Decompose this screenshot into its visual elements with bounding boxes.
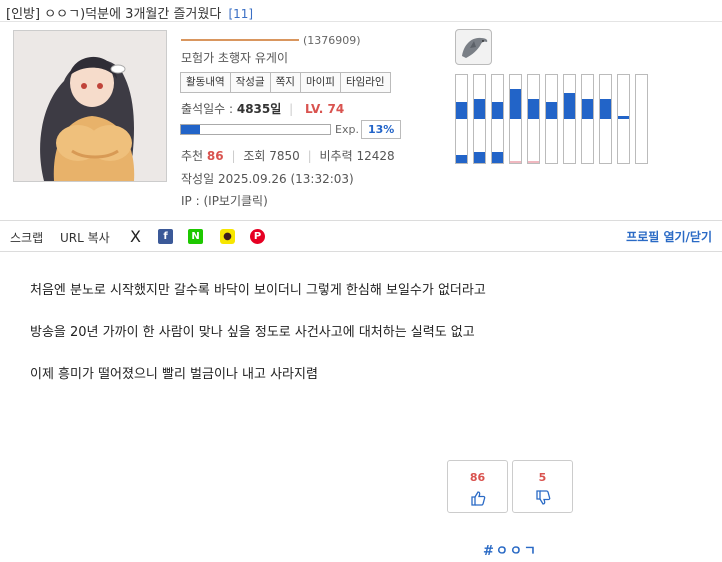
recommend-value: 86 bbox=[206, 149, 224, 163]
activity-bar-upper bbox=[546, 102, 557, 119]
upvote-count: 86 bbox=[469, 471, 486, 484]
activity-bar bbox=[509, 74, 522, 164]
post-title: ㅇㅇㄱ)덕분에 3개월간 즐거웠다 bbox=[44, 7, 222, 22]
activity-bar-upper bbox=[600, 99, 611, 119]
scrap-button[interactable]: 스크랩 bbox=[10, 229, 43, 246]
dolphin-icon bbox=[455, 29, 492, 65]
ratio-label: 비추력 bbox=[319, 149, 353, 163]
downvote-count: 5 bbox=[538, 471, 547, 484]
upvote-button[interactable]: 86 bbox=[447, 460, 508, 513]
level-badge: LV. 74 bbox=[305, 102, 345, 116]
exp-progress-bar bbox=[180, 124, 331, 135]
menu-posts[interactable]: 작성글 bbox=[230, 73, 271, 92]
activity-bar-lower bbox=[528, 161, 539, 163]
attendance-value: 4835일 bbox=[236, 102, 282, 116]
content-line: 이제 흥미가 떨어졌으니 빨리 벌금이나 내고 사라지렴 bbox=[30, 367, 318, 382]
date-value: 2025.09.26 (13:32:03) bbox=[217, 172, 354, 186]
menu-message[interactable]: 쪽지 bbox=[270, 73, 301, 92]
activity-bar-upper bbox=[618, 116, 629, 119]
activity-bar bbox=[563, 74, 576, 164]
rank-title: 모험가 초행자 유게이 bbox=[181, 51, 288, 65]
activity-bar-lower bbox=[492, 152, 503, 163]
post-date: 작성일 2025.09.26 (13:32:03) bbox=[181, 170, 354, 187]
x-icon[interactable]: X bbox=[128, 227, 143, 246]
hashtag-link[interactable]: #ㅇㅇㄱ bbox=[483, 540, 538, 559]
activity-bar-lower bbox=[510, 161, 521, 163]
post-category: [인방] bbox=[6, 7, 41, 22]
activity-bar-lower bbox=[474, 152, 485, 163]
activity-bar-upper bbox=[474, 99, 485, 119]
post-content: 처음엔 분노로 시작했지만 갈수록 바닥이 보이더니 그렇게 한심해 보일수가 … bbox=[30, 283, 710, 409]
ip-value[interactable]: (IP보기클릭) bbox=[203, 194, 267, 208]
activity-bar bbox=[491, 74, 504, 164]
profile-toggle-button[interactable]: 프로필 열기/닫기 bbox=[626, 228, 712, 245]
facebook-icon[interactable]: f bbox=[158, 229, 173, 244]
pinterest-icon[interactable]: P bbox=[250, 229, 265, 244]
avatar-illustration bbox=[14, 31, 166, 181]
activity-bar bbox=[617, 74, 630, 164]
attendance-line: 출석일수 : 4835일 | LV. 74 bbox=[181, 102, 345, 116]
content-line: 방송을 20년 가까이 한 사람이 맞나 싶을 정도로 사건사고에 대처하는 실… bbox=[30, 325, 475, 340]
menu-timeline[interactable]: 타임라인 bbox=[340, 73, 390, 92]
user-id: (1376909) bbox=[303, 34, 361, 47]
ratio-value: 12428 bbox=[356, 149, 395, 163]
activity-bar-upper bbox=[492, 102, 503, 119]
exp-progress-fill bbox=[181, 125, 201, 134]
post-ip: IP : (IP보기클릭) bbox=[181, 192, 268, 209]
thumbs-down-icon bbox=[535, 490, 550, 505]
menu-mypi[interactable]: 마이피 bbox=[300, 73, 341, 92]
exp-percent: 13% bbox=[361, 120, 402, 139]
activity-bar-upper bbox=[564, 93, 575, 119]
downvote-button[interactable]: 5 bbox=[512, 460, 573, 513]
exp-label: Exp. bbox=[335, 123, 359, 136]
activity-bar-upper bbox=[456, 102, 467, 119]
comment-count[interactable]: [11] bbox=[228, 7, 253, 21]
nickname-underline bbox=[181, 39, 299, 41]
activity-bar bbox=[473, 74, 486, 164]
naver-icon[interactable]: N bbox=[188, 229, 203, 244]
activity-bar bbox=[599, 74, 612, 164]
activity-bar bbox=[545, 74, 558, 164]
ip-label: IP : bbox=[181, 194, 200, 208]
stats-line: 추천 86 | 조회 7850 | 비추력 12428 bbox=[181, 149, 395, 163]
thumbs-up-icon bbox=[470, 491, 485, 506]
date-label: 작성일 bbox=[181, 172, 215, 186]
kakaotalk-icon[interactable]: ● bbox=[220, 229, 235, 244]
activity-bar-lower bbox=[456, 155, 467, 163]
author-menu: 활동내역 작성글 쪽지 마이피 타임라인 bbox=[180, 72, 391, 93]
attendance-label: 출석일수 : bbox=[181, 102, 234, 116]
avatar[interactable] bbox=[13, 30, 167, 182]
activity-bar bbox=[455, 74, 468, 164]
views-label: 조회 bbox=[243, 149, 266, 163]
activity-bar bbox=[527, 74, 540, 164]
menu-activity[interactable]: 활동내역 bbox=[181, 73, 231, 92]
content-line: 처음엔 분노로 시작했지만 갈수록 바닥이 보이더니 그렇게 한심해 보일수가 … bbox=[30, 283, 486, 298]
activity-bar-upper bbox=[510, 89, 521, 119]
share-bar: 스크랩 URL 복사 Xf N ● P 프로필 열기/닫기 bbox=[0, 221, 722, 252]
post-title-bar: [인방] ㅇㅇㄱ)덕분에 3개월간 즐거웠다 [11] bbox=[0, 0, 722, 22]
activity-bar-upper bbox=[582, 99, 593, 119]
recommend-label: 추천 bbox=[181, 149, 204, 163]
author-profile: (1376909) 모험가 초행자 유게이 활동내역 작성글 쪽지 마이피 타임… bbox=[0, 22, 722, 221]
views-value: 7850 bbox=[269, 149, 300, 163]
activity-bar-upper bbox=[528, 99, 539, 119]
activity-bar bbox=[635, 74, 648, 164]
url-copy-button[interactable]: URL 복사 bbox=[60, 229, 110, 246]
activity-bar bbox=[581, 74, 594, 164]
